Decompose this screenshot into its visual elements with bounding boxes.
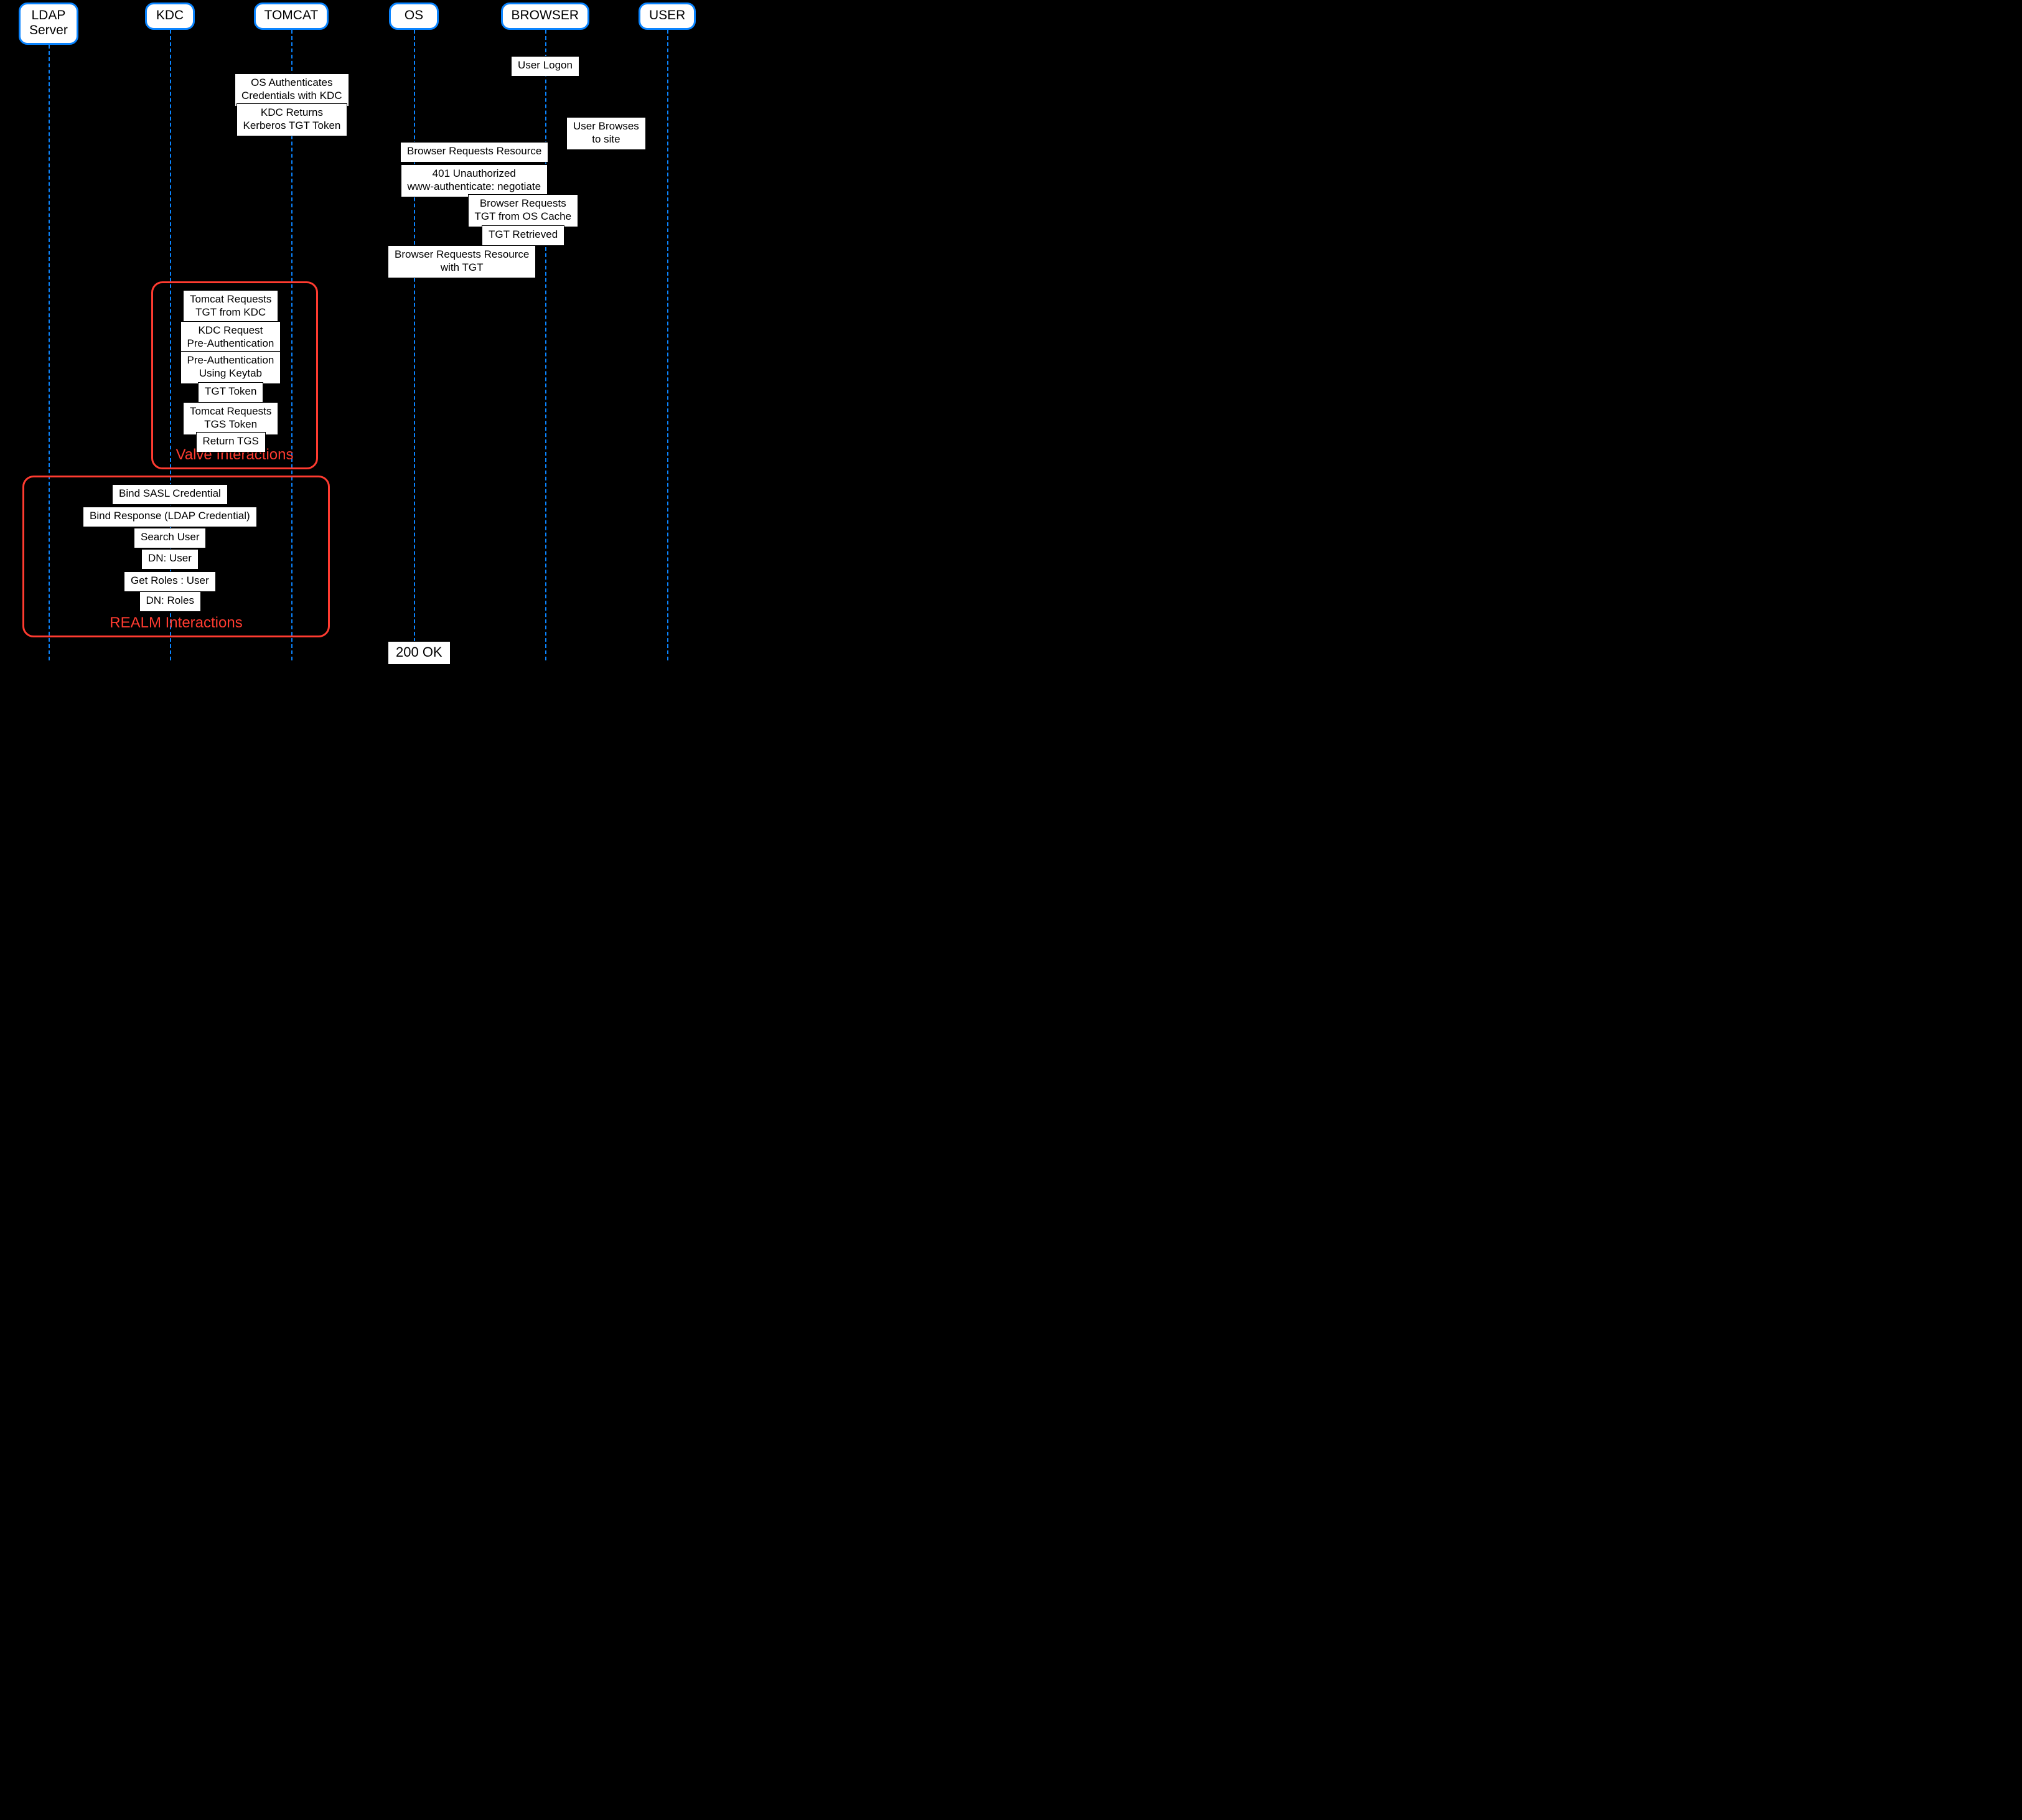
- participant-os-label: OS: [389, 2, 439, 30]
- msg-tc-req-tgs: Tomcat Requests TGS Token: [183, 402, 278, 435]
- lifeline-user: [667, 30, 668, 660]
- participant-kdc-label: KDC: [145, 2, 195, 30]
- msg-401-neg: 401 Unauthorized www-authenticate: negot…: [401, 164, 548, 197]
- msg-search-user: Search User: [134, 528, 206, 548]
- participant-user: USER: [639, 2, 696, 30]
- group-realm-label: REALM Interactions: [24, 614, 328, 632]
- participant-os: OS: [389, 2, 439, 30]
- participant-browser-label: BROWSER: [501, 2, 590, 30]
- participant-browser: BROWSER: [501, 2, 590, 30]
- msg-brw-req-tgt: Browser Requests TGT from OS Cache: [468, 194, 579, 227]
- msg-brw-req-res-tgt: Browser Requests Resource with TGT: [388, 245, 536, 278]
- msg-brw-req-res: Browser Requests Resource: [400, 142, 548, 162]
- msg-user-browse: User Browses to site: [566, 117, 646, 150]
- participant-user-label: USER: [639, 2, 696, 30]
- msg-bind-resp: Bind Response (LDAP Credential): [83, 507, 257, 527]
- msg-preauth-keytab: Pre-Authentication Using Keytab: [180, 351, 281, 384]
- msg-tgt-token: TGT Token: [198, 382, 263, 403]
- lifeline-browser: [545, 30, 546, 660]
- msg-user-logon: User Logon: [511, 56, 579, 77]
- participant-kdc: KDC: [145, 2, 195, 30]
- participant-ldap: LDAP Server: [19, 2, 78, 45]
- msg-dn-roles: DN: Roles: [139, 591, 201, 612]
- participant-ldap-label: LDAP Server: [19, 2, 78, 45]
- lifeline-os: [414, 30, 415, 660]
- msg-kdc-ret-tgt: KDC Returns Kerberos TGT Token: [236, 103, 348, 136]
- msg-dn-user: DN: User: [141, 549, 199, 570]
- participant-tomcat-label: TOMCAT: [254, 2, 329, 30]
- msg-os-auth-kdc: OS Authenticates Credentials with KDC: [235, 73, 349, 106]
- http-status: 200 OK: [388, 641, 451, 665]
- msg-tgt-retrieved: TGT Retrieved: [482, 225, 564, 246]
- msg-tc-req-tgt: Tomcat Requests TGT from KDC: [183, 290, 278, 323]
- participant-tomcat: TOMCAT: [254, 2, 329, 30]
- msg-kdc-preauth: KDC Request Pre-Authentication: [180, 321, 281, 354]
- msg-return-tgs: Return TGS: [196, 432, 266, 453]
- msg-get-roles: Get Roles : User: [124, 571, 216, 592]
- msg-bind-sasl: Bind SASL Credential: [112, 484, 228, 505]
